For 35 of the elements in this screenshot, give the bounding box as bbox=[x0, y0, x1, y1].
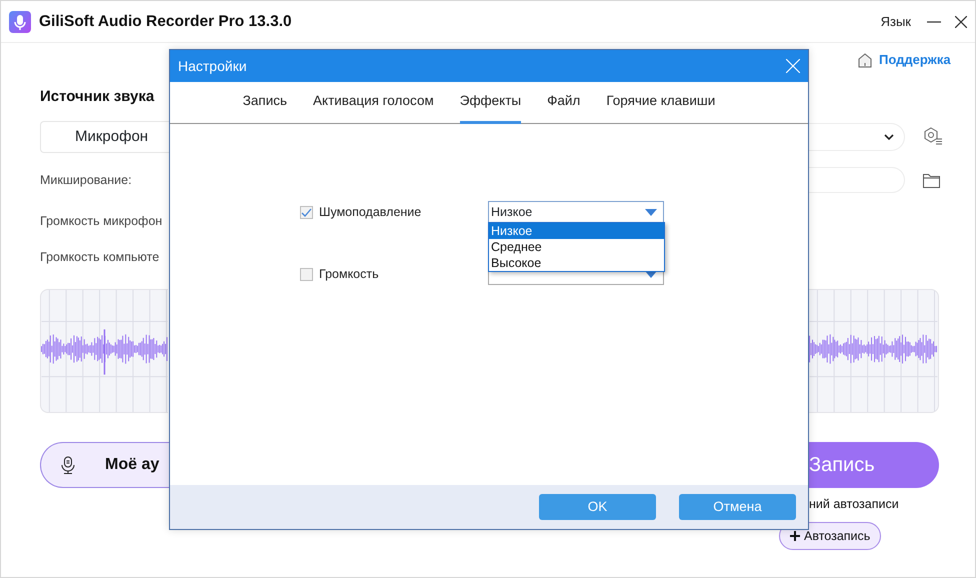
dropdown-option[interactable]: Среднее bbox=[489, 239, 664, 255]
microphone-icon bbox=[61, 456, 75, 474]
option-label: Шумоподавление bbox=[319, 204, 422, 221]
my-audio-button[interactable]: Моё ау bbox=[40, 442, 169, 488]
home-icon bbox=[857, 52, 873, 68]
settings-tab[interactable]: Активация голосом bbox=[313, 82, 434, 124]
computer-volume-label: Громкость компьюте bbox=[40, 248, 160, 266]
app-logo-icon bbox=[9, 10, 31, 32]
mixing-label: Микширование: bbox=[40, 172, 132, 189]
settings-icon[interactable] bbox=[923, 127, 943, 147]
settings-tab[interactable]: Горячие клавиши bbox=[606, 82, 716, 124]
section-heading: Источник звука bbox=[40, 86, 154, 107]
chevron-down-icon bbox=[884, 134, 894, 140]
check-icon bbox=[301, 208, 312, 216]
dropdown-option[interactable]: Высокое bbox=[489, 255, 664, 271]
dropdown-option[interactable]: Низкое bbox=[489, 223, 664, 239]
auto-record-button[interactable]: Автозапись bbox=[779, 522, 882, 550]
settings-tab[interactable]: Эффекты bbox=[460, 82, 522, 124]
source-tab[interactable]: Микрофон bbox=[40, 121, 169, 153]
checkbox[interactable] bbox=[300, 268, 313, 280]
checkbox[interactable] bbox=[300, 206, 313, 218]
record-button[interactable]: Запись bbox=[809, 442, 939, 488]
support-link[interactable]: Поддержка bbox=[879, 50, 951, 70]
dialog-title: Настройки bbox=[178, 56, 247, 76]
language-menu[interactable]: Язык bbox=[880, 12, 911, 32]
plus-icon bbox=[790, 531, 800, 541]
settings-tab[interactable]: Запись bbox=[242, 82, 288, 124]
window-title: GiliSoft Audio Recorder Pro 13.3.0 bbox=[39, 12, 292, 32]
close-icon[interactable] bbox=[955, 16, 967, 28]
mic-volume-label: Громкость микрофон bbox=[40, 212, 162, 230]
folder-icon[interactable] bbox=[923, 172, 940, 188]
auto-record-text: ний автозаписи bbox=[809, 496, 899, 513]
caret-down-icon bbox=[645, 208, 657, 216]
settings-tab[interactable]: Файл bbox=[547, 82, 580, 124]
option-label: Громкость bbox=[319, 266, 379, 283]
